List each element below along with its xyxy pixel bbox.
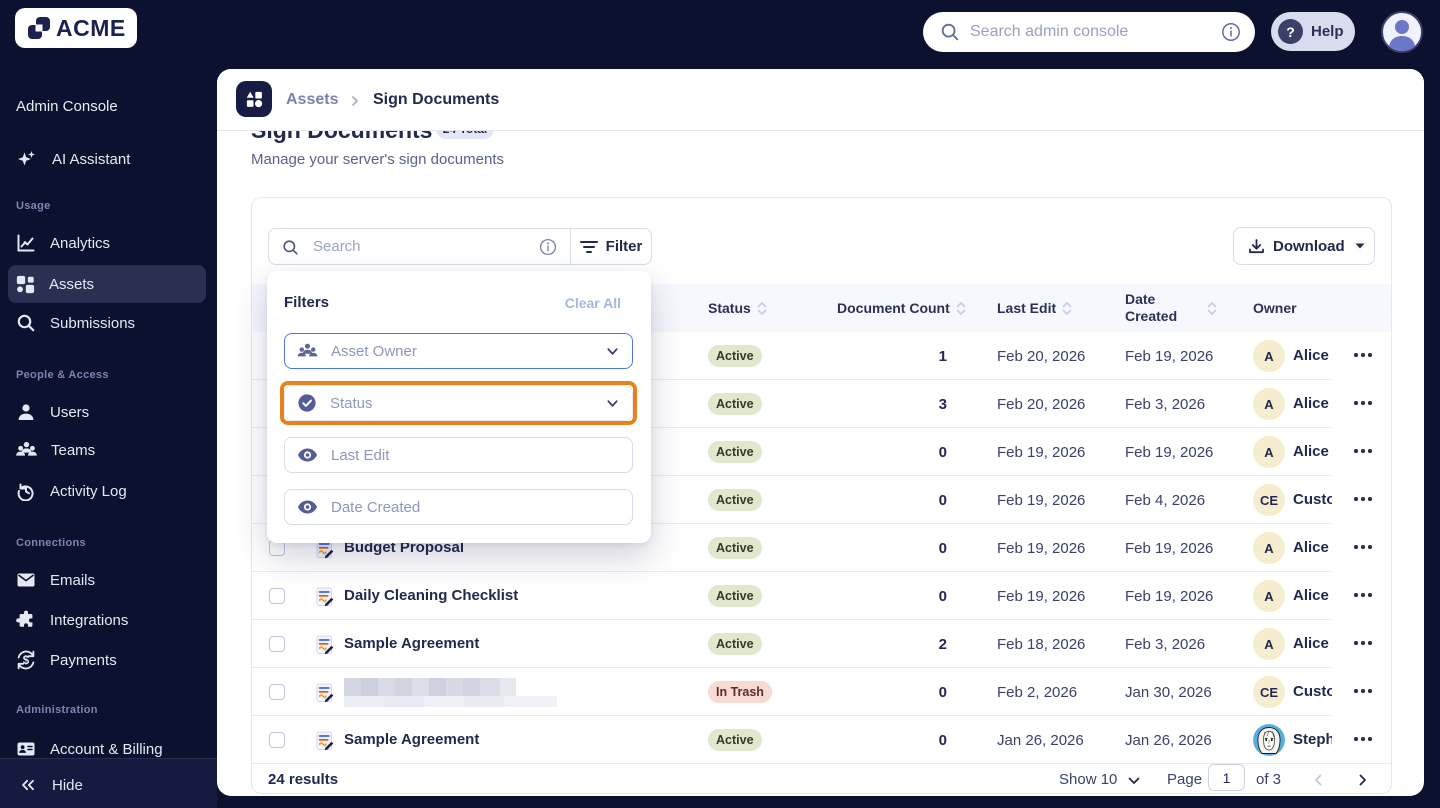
svg-text:$: $	[23, 655, 30, 667]
